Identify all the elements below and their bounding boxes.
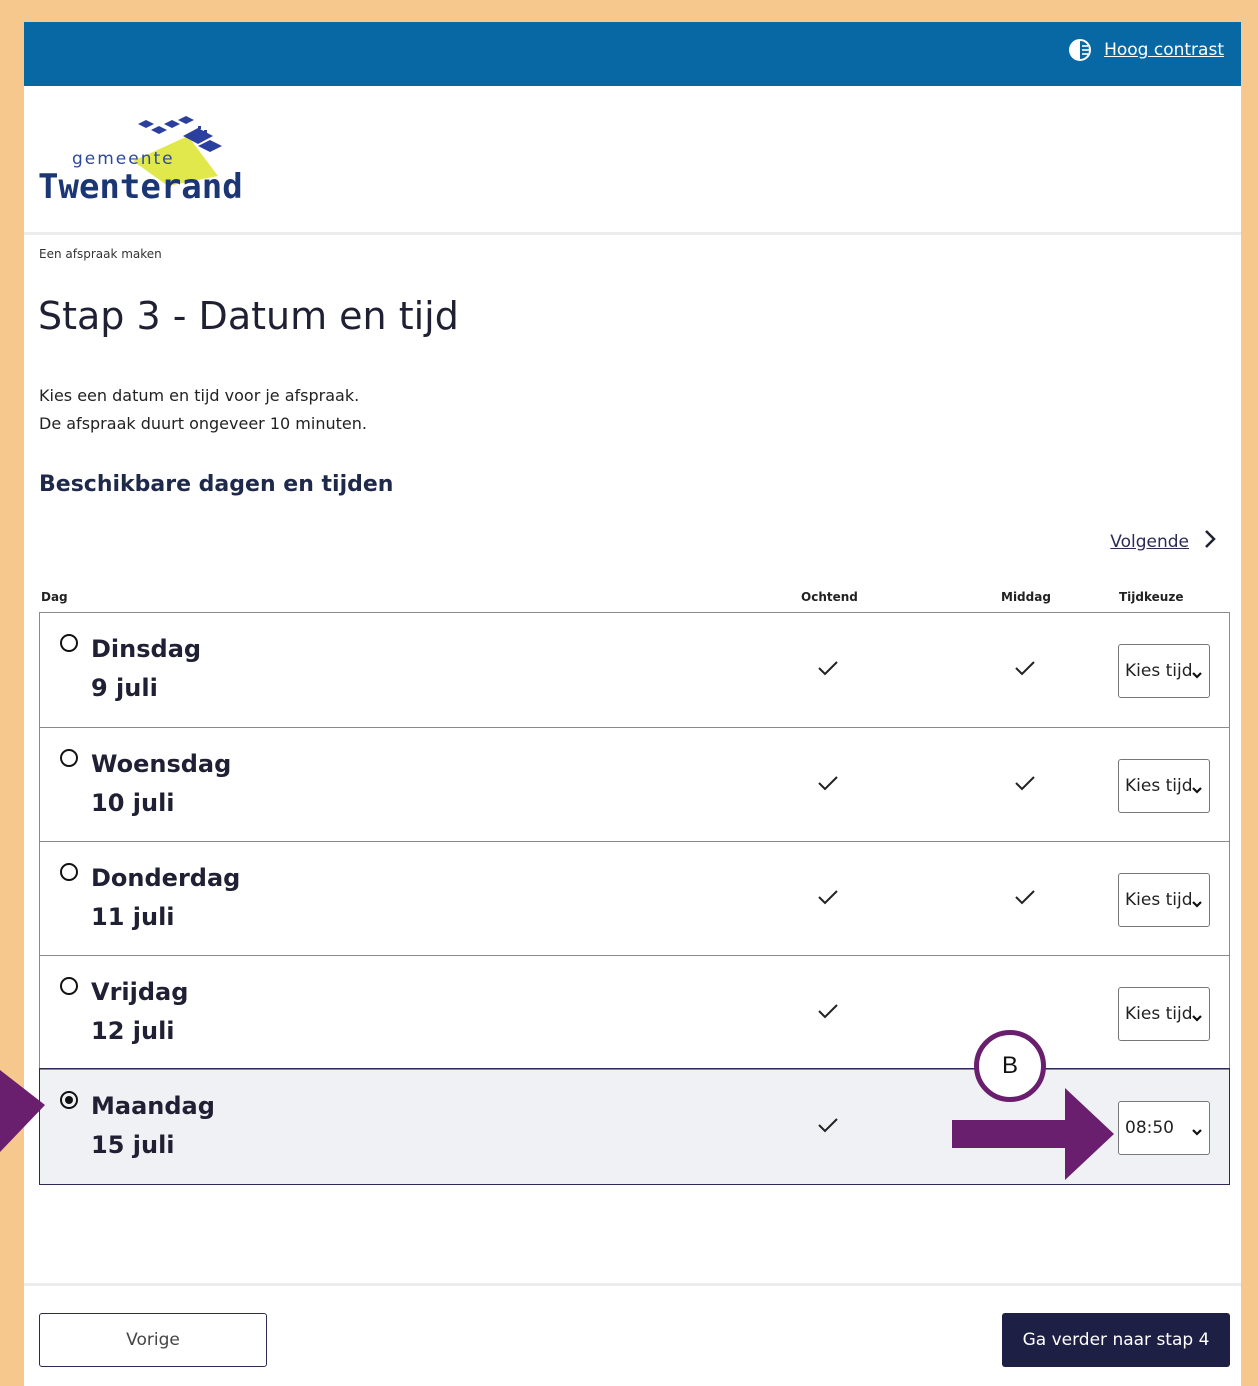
chevron-down-icon	[1191, 1122, 1203, 1142]
day-date: 12 juli	[91, 1017, 175, 1045]
day-name: Donderdag	[91, 864, 241, 892]
time-select[interactable]: Kies tijd	[1118, 644, 1210, 698]
table-row[interactable]: Dinsdag 9 juli Kies tijd	[40, 613, 1229, 727]
morning-check-icon	[817, 888, 839, 910]
next-week-link[interactable]: Volgende	[1110, 529, 1217, 554]
next-link-label[interactable]: Volgende	[1110, 532, 1189, 552]
annotation-arrow-left-icon	[0, 1070, 45, 1152]
header-morning: Ochtend	[801, 590, 858, 604]
header-time: Tijdkeuze	[1119, 590, 1184, 604]
day-name: Dinsdag	[91, 635, 202, 663]
day-name: Maandag	[91, 1092, 215, 1120]
table-row[interactable]: Vrijdag 12 juli Kies tijd	[40, 955, 1229, 1069]
chevron-down-icon	[1191, 1008, 1203, 1028]
afternoon-check-icon	[1014, 888, 1036, 910]
day-radio[interactable]	[60, 977, 78, 995]
chevron-down-icon	[1191, 780, 1203, 800]
svg-text:gemeente: gemeente	[72, 149, 175, 169]
time-select-value: Kies tijd	[1125, 661, 1193, 681]
time-select[interactable]: Kies tijd	[1118, 987, 1210, 1041]
contrast-icon	[1068, 38, 1092, 62]
svg-text:Twenterand: Twenterand	[38, 167, 243, 206]
morning-check-icon	[817, 1002, 839, 1024]
site-header: gemeente Twenterand	[24, 86, 1241, 235]
high-contrast-link[interactable]: Hoog contrast	[1068, 38, 1224, 62]
annotation-arrow-right-icon	[952, 1088, 1114, 1180]
header-afternoon: Middag	[1001, 590, 1051, 604]
header-day: Dag	[41, 590, 68, 604]
day-date: 10 juli	[91, 789, 175, 817]
time-select[interactable]: 08:50	[1118, 1101, 1210, 1155]
day-radio[interactable]	[60, 863, 78, 881]
day-name: Woensdag	[91, 750, 232, 778]
intro-text: Kies een datum en tijd voor je afspraak.…	[39, 382, 367, 438]
breadcrumb[interactable]: Een afspraak maken	[39, 247, 162, 261]
time-select-value: Kies tijd	[1125, 1004, 1193, 1024]
morning-check-icon	[817, 774, 839, 796]
time-select-value: Kies tijd	[1125, 890, 1193, 910]
time-select[interactable]: Kies tijd	[1118, 759, 1210, 813]
chevron-right-icon[interactable]	[1203, 529, 1217, 554]
page-title: Stap 3 - Datum en tijd	[38, 294, 459, 338]
chevron-down-icon	[1191, 665, 1203, 685]
time-select-value: Kies tijd	[1125, 776, 1193, 796]
top-bar: Hoog contrast	[24, 22, 1241, 86]
day-name: Vrijdag	[91, 978, 189, 1006]
intro-line-2: De afspraak duurt ongeveer 10 minuten.	[39, 414, 367, 433]
table-row[interactable]: Woensdag 10 juli Kies tijd	[40, 727, 1229, 841]
time-select-value: 08:50	[1125, 1118, 1174, 1138]
day-date: 9 juli	[91, 674, 158, 702]
day-radio[interactable]	[60, 749, 78, 767]
day-date: 11 juli	[91, 903, 175, 931]
high-contrast-label[interactable]: Hoog contrast	[1104, 40, 1224, 60]
section-title: Beschikbare dagen en tijden	[39, 472, 394, 497]
chevron-down-icon	[1191, 894, 1203, 914]
previous-button[interactable]: Vorige	[39, 1313, 267, 1367]
morning-check-icon	[817, 659, 839, 681]
time-select[interactable]: Kies tijd	[1118, 873, 1210, 927]
afternoon-check-icon	[1014, 659, 1036, 681]
gemeente-twenterand-logo[interactable]: gemeente Twenterand	[38, 116, 278, 210]
day-date: 15 juli	[91, 1131, 175, 1159]
morning-check-icon	[817, 1116, 839, 1138]
intro-line-1: Kies een datum en tijd voor je afspraak.	[39, 386, 360, 405]
footer-divider	[24, 1283, 1241, 1286]
day-radio[interactable]	[60, 634, 78, 652]
table-row[interactable]: Donderdag 11 juli Kies tijd	[40, 841, 1229, 955]
day-radio[interactable]	[60, 1091, 78, 1109]
afternoon-check-icon	[1014, 774, 1036, 796]
continue-step-4-button[interactable]: Ga verder naar stap 4	[1002, 1313, 1230, 1367]
table-header: Dag Ochtend Middag Tijdkeuze	[39, 590, 1230, 612]
